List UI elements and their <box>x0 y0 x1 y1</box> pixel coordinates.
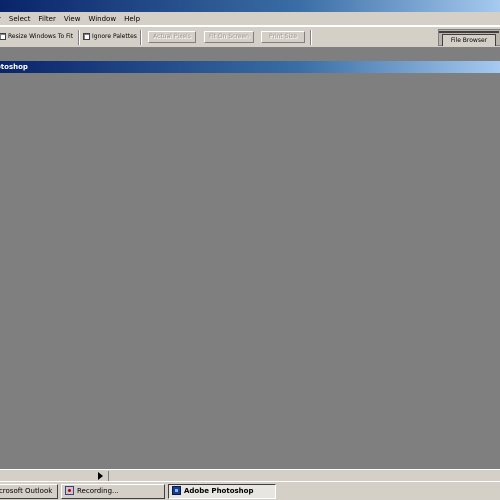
resize-windows-checkbox-box[interactable] <box>0 33 6 40</box>
print-size-button[interactable]: Print Size <box>261 31 305 43</box>
menu-item-select[interactable]: Select <box>5 12 35 26</box>
menu-item-window[interactable]: Window <box>84 12 120 26</box>
resize-windows-checkbox[interactable]: Resize Windows To Fit <box>0 33 73 40</box>
photoshop-icon <box>172 486 181 495</box>
status-arrow-icon[interactable] <box>98 472 103 480</box>
menu-item-view[interactable]: View <box>60 12 85 26</box>
options-separator <box>140 30 142 45</box>
fit-on-screen-button[interactable]: Fit On Screen <box>204 31 254 43</box>
options-separator <box>310 30 312 45</box>
taskbar-item-label: icrosoft Outlook <box>0 487 53 495</box>
options-separator <box>78 30 80 45</box>
taskbar: icrosoft Outlook Recording... Adobe Phot… <box>0 481 500 500</box>
menu-item-filter[interactable]: Filter <box>35 12 60 26</box>
status-bar-field <box>108 471 500 481</box>
status-bar <box>0 469 500 481</box>
ignore-palettes-checkbox-box[interactable] <box>83 33 90 40</box>
workspace-area[interactable] <box>0 73 500 469</box>
ignore-palettes-checkbox[interactable]: Ignore Palettes <box>83 33 137 40</box>
taskbar-item-label: Recording... <box>77 487 119 495</box>
palette-well-strip <box>439 31 499 33</box>
actual-pixels-button[interactable]: Actual Pixels <box>148 31 196 43</box>
resize-windows-label: Resize Windows To Fit <box>8 33 74 40</box>
window-titlebar-top <box>0 0 500 12</box>
taskbar-item-label: Adobe Photoshop <box>184 487 254 495</box>
options-bar: Resize Windows To Fit Ignore Palettes Ac… <box>0 26 500 48</box>
app-window-title: otoshop <box>0 61 500 73</box>
taskbar-item-recording[interactable]: Recording... <box>61 484 165 499</box>
taskbar-item-outlook[interactable]: icrosoft Outlook <box>0 484 58 499</box>
menu-bar: r Select Filter View Window Help <box>0 12 500 26</box>
palette-well: File Browser <box>438 29 500 46</box>
ignore-palettes-label: Ignore Palettes <box>92 33 137 40</box>
file-browser-tab[interactable]: File Browser <box>442 34 496 46</box>
app-title-text: otoshop <box>0 63 28 71</box>
taskbar-item-photoshop[interactable]: Adobe Photoshop <box>168 484 276 499</box>
menu-item-help[interactable]: Help <box>120 12 144 26</box>
recording-icon <box>65 486 74 495</box>
